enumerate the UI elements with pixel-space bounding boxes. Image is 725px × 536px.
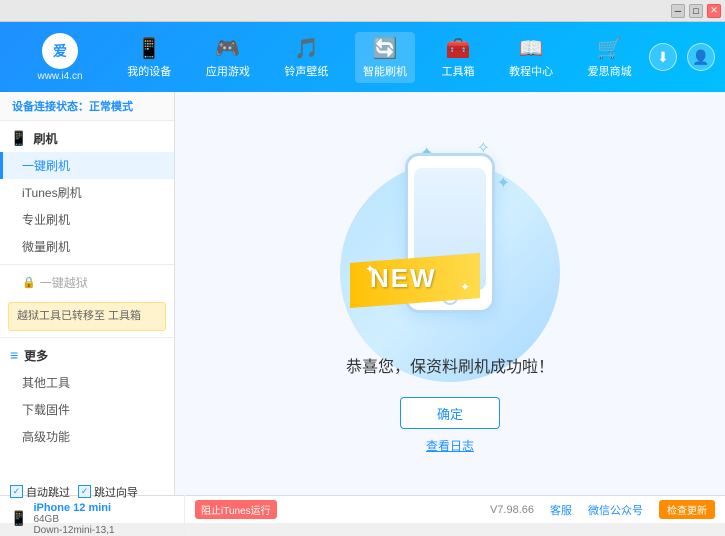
sidebar-item-download-firmware[interactable]: 下载固件 (0, 396, 174, 423)
nav-label-tutorial: 教程中心 (509, 63, 553, 79)
main-area: 设备连接状态：正常模式 📱 刷机 一键刷机 iTunes刷机 专业刷机 微量刷机… (0, 92, 725, 495)
confirm-button[interactable]: 确定 (400, 397, 500, 429)
sidebar-item-other-tools[interactable]: 其他工具 (0, 369, 174, 396)
auto-jump-label: 自动跳过 (26, 484, 70, 500)
nav-icon-toolbox: 🧰 (446, 36, 471, 61)
lock-icon: 🔒 (22, 276, 36, 289)
device-details-wrapper: iPhone 12 mini 64GB Down-12mini-13,1 (33, 502, 114, 536)
sidebar-item-jailbreak: 🔒 一键越狱 (0, 269, 174, 296)
device-name: iPhone 12 mini (33, 502, 114, 514)
svg-text:NEW: NEW (370, 263, 437, 293)
device-info: 📱 iPhone 12 mini 64GB Down-12mini-13,1 (10, 502, 176, 536)
nav-store[interactable]: 🛒 爱思商城 (580, 32, 640, 83)
user-btn[interactable]: 👤 (687, 43, 715, 71)
nav-label-apps-games: 应用游戏 (206, 63, 250, 79)
version-label: V7.98.66 (490, 504, 534, 516)
guide-skip-checkbox[interactable]: ✓ (78, 485, 91, 498)
sidebar-item-one-key-flash[interactable]: 一键刷机 (0, 152, 174, 179)
service-link[interactable]: 客服 (550, 502, 572, 518)
sidebar-item-advanced[interactable]: 高级功能 (0, 423, 174, 450)
status-label: 设备连接状态： (12, 101, 89, 113)
content-area: ✦ ✧ ✦ ✦ (175, 92, 725, 495)
nav-label-ringtones: 铃声壁纸 (284, 63, 328, 79)
header: 爱 www.i4.cn 📱 我的设备 🎮 应用游戏 🎵 铃声壁纸 🔄 智能刷机 … (0, 22, 725, 92)
nav-icon-store: 🛒 (597, 36, 622, 61)
new-banner-wrapper: NEW ✦ ✦ (350, 253, 480, 313)
flash-section-label: 刷机 (33, 130, 57, 147)
device-system: Down-12mini-13,1 (33, 525, 114, 536)
logo-url: www.i4.cn (37, 71, 82, 82)
maximize-btn[interactable]: □ (689, 4, 703, 18)
svg-text:✦: ✦ (460, 280, 470, 294)
minimize-btn[interactable]: ─ (671, 4, 685, 18)
jailbreak-info-box: 越狱工具已转移至 工具箱 (8, 302, 166, 331)
sidebar-item-micro-flash[interactable]: 微量刷机 (0, 233, 174, 260)
check-update-btn[interactable]: 检查更新 (659, 500, 715, 519)
nav-icon-smart-flash: 🔄 (373, 36, 398, 61)
more-section-icon: ≡ (10, 347, 18, 363)
guide-skip-label: 跳过向导 (94, 484, 138, 500)
new-ribbon-svg: NEW ✦ ✦ (350, 253, 480, 308)
auto-jump-checkbox-item[interactable]: ✓ 自动跳过 (10, 484, 70, 500)
nav-label-toolbox: 工具箱 (442, 63, 475, 79)
sidebar-divider-2 (0, 337, 174, 338)
logo-icon: 爱 (42, 33, 78, 69)
nav-icon-my-device: 📱 (137, 36, 162, 61)
nav-ringtones[interactable]: 🎵 铃声壁纸 (276, 32, 336, 83)
sidebar-divider-1 (0, 264, 174, 265)
sidebar-item-pro-flash[interactable]: 专业刷机 (0, 206, 174, 233)
log-link[interactable]: 查看日志 (426, 437, 474, 454)
wechat-link[interactable]: 微信公众号 (588, 502, 643, 518)
nav-bar: 📱 我的设备 🎮 应用游戏 🎵 铃声壁纸 🔄 智能刷机 🧰 工具箱 📖 教程中心… (110, 32, 649, 83)
bottom-checkboxes: ✓ 自动跳过 ✓ 跳过向导 (10, 484, 176, 500)
title-bar: ─ □ ✕ (0, 0, 725, 22)
nav-smart-flash[interactable]: 🔄 智能刷机 (355, 32, 415, 83)
nav-label-my-device: 我的设备 (127, 63, 171, 79)
bottom-bar: ✓ 自动跳过 ✓ 跳过向导 📱 iPhone 12 mini 64GB Down… (0, 495, 725, 523)
header-right: ⬇ 👤 (649, 43, 715, 71)
star-decoration-3: ✦ (497, 173, 510, 193)
sidebar-section-header-more: ≡ 更多 (0, 342, 174, 369)
logo-area[interactable]: 爱 www.i4.cn (10, 33, 110, 82)
nav-label-store: 爱思商城 (588, 63, 632, 79)
bottom-center: 阻止iTunes运行 (185, 500, 287, 519)
nav-icon-ringtones: 🎵 (294, 36, 319, 61)
nav-toolbox[interactable]: 🧰 工具箱 (434, 32, 483, 83)
success-message: 恭喜您，保资料刷机成功啦！ (346, 353, 554, 377)
sidebar-section-flash: 📱 刷机 一键刷机 iTunes刷机 专业刷机 微量刷机 🔒 一键越狱 越狱工具 (0, 121, 174, 454)
nav-tutorial[interactable]: 📖 教程中心 (501, 32, 561, 83)
bottom-right: V7.98.66 客服 微信公众号 检查更新 (287, 500, 715, 519)
more-section-label: 更多 (24, 347, 48, 364)
close-btn[interactable]: ✕ (707, 4, 721, 18)
bottom-left-area: ✓ 自动跳过 ✓ 跳过向导 📱 iPhone 12 mini 64GB Down… (10, 484, 185, 536)
flash-section-icon: 📱 (10, 130, 27, 147)
guide-skip-checkbox-item[interactable]: ✓ 跳过向导 (78, 484, 138, 500)
content-inner: ✦ ✧ ✦ ✦ (346, 133, 554, 454)
device-status: 设备连接状态：正常模式 (0, 92, 174, 121)
status-value: 正常模式 (89, 101, 133, 113)
nav-icon-tutorial: 📖 (519, 36, 544, 61)
phone-illustration: ✦ ✧ ✦ ✦ (360, 133, 540, 333)
nav-my-device[interactable]: 📱 我的设备 (119, 32, 179, 83)
auto-jump-checkbox[interactable]: ✓ (10, 485, 23, 498)
nav-apps-games[interactable]: 🎮 应用游戏 (198, 32, 258, 83)
nav-label-smart-flash: 智能刷机 (363, 63, 407, 79)
sidebar: 设备连接状态：正常模式 📱 刷机 一键刷机 iTunes刷机 专业刷机 微量刷机… (0, 92, 175, 495)
stop-itunes-btn[interactable]: 阻止iTunes运行 (195, 500, 277, 519)
sidebar-section-header-flash: 📱 刷机 (0, 125, 174, 152)
nav-icon-apps-games: 🎮 (215, 36, 240, 61)
device-icon: 📱 (10, 510, 27, 527)
svg-text:✦: ✦ (365, 262, 375, 276)
sidebar-item-itunes-flash[interactable]: iTunes刷机 (0, 179, 174, 206)
download-btn[interactable]: ⬇ (649, 43, 677, 71)
